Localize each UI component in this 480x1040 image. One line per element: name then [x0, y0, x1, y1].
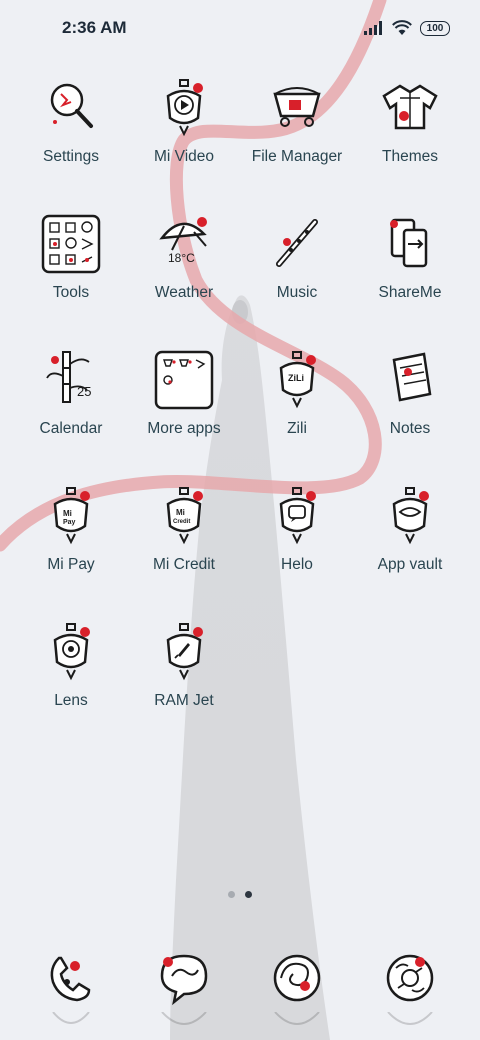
lantern-helo-icon — [267, 486, 327, 546]
app-helo[interactable]: Helo — [240, 486, 354, 596]
dock — [0, 940, 480, 1040]
dock-phone[interactable] — [41, 948, 101, 1008]
dock-camera[interactable] — [380, 948, 440, 1008]
app-mi-pay[interactable]: Mi Pay Mi Pay — [14, 486, 128, 596]
tools-folder-icon — [41, 214, 101, 274]
bamboo-calendar-icon: 25 — [41, 350, 101, 410]
app-label: Calendar — [39, 420, 103, 437]
dock-phone-icon — [50, 956, 91, 1002]
app-label: Mi Credit — [152, 556, 215, 573]
cart-file-icon — [267, 78, 327, 138]
lantern-lens-icon — [41, 622, 101, 682]
app-label: Mi Video — [153, 148, 215, 165]
dock-messages[interactable] — [154, 948, 214, 1008]
app-music[interactable]: Music — [240, 214, 354, 324]
app-label: Weather — [154, 284, 214, 301]
lantern-appvault-icon — [380, 486, 440, 546]
dock-browser-icon — [273, 954, 321, 1002]
dock-browser[interactable] — [267, 948, 327, 1008]
svg-text:Credit: Credit — [173, 519, 190, 525]
lantern-mipay-icon: Mi Pay — [41, 486, 101, 546]
app-label: Zili — [287, 420, 307, 437]
lantern-play-icon — [154, 78, 214, 138]
app-tools[interactable]: Tools — [14, 214, 128, 324]
app-mi-credit[interactable]: Mi Credit Mi Credit — [127, 486, 241, 596]
app-calendar[interactable]: 25 Calendar — [14, 350, 128, 460]
app-label: File Manager — [251, 148, 343, 165]
page-dot-2-active[interactable] — [245, 891, 252, 898]
app-app-vault[interactable]: App vault — [353, 486, 467, 596]
app-label: More apps — [147, 420, 221, 437]
flute-music-icon — [267, 214, 327, 274]
app-themes[interactable]: Themes — [353, 78, 467, 188]
app-grid: Settings Mi Video File Manager Themes To… — [0, 0, 480, 900]
app-label: Music — [276, 284, 318, 301]
weather-temp: 18°C — [168, 251, 195, 265]
calendar-date: 25 — [77, 384, 91, 399]
dock-reflection — [380, 1012, 440, 1034]
magnifier-settings-icon — [41, 78, 101, 138]
svg-text:Pay: Pay — [63, 519, 76, 526]
app-notes[interactable]: Notes — [353, 350, 467, 460]
svg-text:Mi: Mi — [176, 508, 185, 517]
dock-messages-icon — [160, 954, 208, 1006]
dock-camera-icon — [386, 954, 434, 1002]
lantern-micredit-icon: Mi Credit — [154, 486, 214, 546]
dock-reflection — [41, 1012, 101, 1034]
lantern-zili-icon: ZiLi — [267, 350, 327, 410]
dock-reflection — [154, 1012, 214, 1034]
svg-text:ZiLi: ZiLi — [288, 373, 304, 383]
app-label: Helo — [281, 556, 313, 573]
app-label: Tools — [52, 284, 90, 301]
page-indicator — [0, 891, 480, 901]
app-label: ShareMe — [378, 284, 442, 301]
app-label: App vault — [377, 556, 443, 573]
app-label: Settings — [42, 148, 99, 165]
app-more-apps[interactable]: More apps — [127, 350, 241, 460]
svg-text:Mi: Mi — [63, 509, 72, 518]
shareme-icon — [380, 214, 440, 274]
lantern-ramjet-icon — [154, 622, 214, 682]
app-zili[interactable]: ZiLi Zili — [240, 350, 354, 460]
dock-reflection — [267, 1012, 327, 1034]
scroll-notes-icon — [380, 350, 440, 410]
app-file-manager[interactable]: File Manager — [240, 78, 354, 188]
app-label: Themes — [382, 148, 438, 165]
robe-themes-icon — [380, 78, 440, 138]
app-label: Mi Pay — [47, 556, 95, 573]
app-label: Notes — [389, 420, 431, 437]
page-dot-1[interactable] — [228, 891, 235, 898]
app-ram-jet[interactable]: RAM Jet — [127, 622, 241, 732]
more-apps-folder-icon — [154, 350, 214, 410]
app-shareme[interactable]: ShareMe — [353, 214, 467, 324]
app-mi-video[interactable]: Mi Video — [127, 78, 241, 188]
app-label: RAM Jet — [154, 692, 214, 709]
umbrella-weather-icon: 18°C — [154, 214, 214, 274]
app-label: Lens — [54, 692, 88, 709]
app-lens[interactable]: Lens — [14, 622, 128, 732]
app-weather[interactable]: 18°C Weather — [127, 214, 241, 324]
app-settings[interactable]: Settings — [14, 78, 128, 188]
